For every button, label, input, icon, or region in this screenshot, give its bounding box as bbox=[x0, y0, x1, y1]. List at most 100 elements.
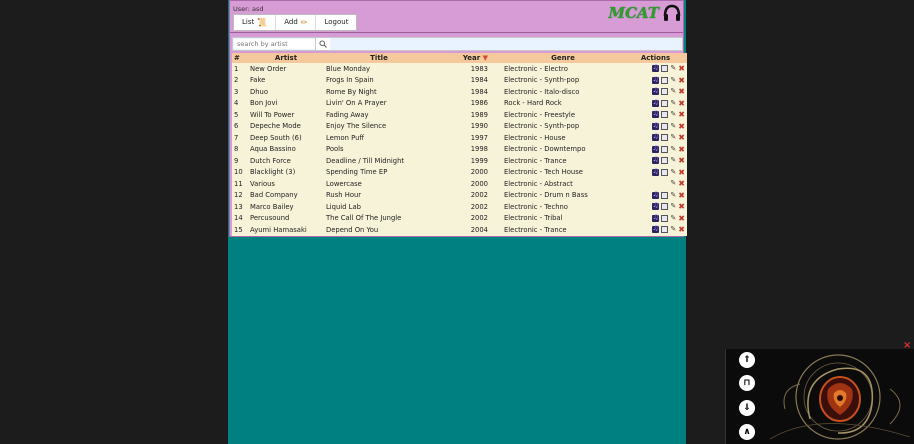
edit-icon[interactable]: ✎ bbox=[670, 191, 676, 199]
genre-cell: Rock - Hard Rock bbox=[504, 99, 562, 108]
delete-icon[interactable]: ✖ bbox=[678, 180, 685, 188]
collapse-icon[interactable]: ∧ bbox=[739, 424, 755, 440]
play-music-icon[interactable] bbox=[652, 201, 660, 211]
table-row: 7 Deep South (6) Lemon Puff 1997 Electronic … bbox=[232, 132, 687, 144]
col-artist[interactable]: Artist bbox=[248, 53, 324, 63]
play-music-icon[interactable] bbox=[652, 132, 660, 142]
genre-cell: Electronic - House bbox=[504, 133, 566, 142]
play-music-icon[interactable] bbox=[652, 190, 660, 199]
delete-icon[interactable]: ✖ bbox=[678, 191, 685, 199]
list-button[interactable]: List 📜 bbox=[234, 15, 277, 30]
delete-icon[interactable]: ✖ bbox=[678, 99, 685, 107]
delete-icon[interactable]: ✖ bbox=[678, 168, 685, 176]
actions-cell: ✎✖ bbox=[624, 201, 687, 213]
play-music-icon[interactable] bbox=[652, 98, 660, 107]
tracklist-icon[interactable] bbox=[661, 99, 669, 107]
delete-icon[interactable]: ✖ bbox=[678, 214, 685, 222]
genre-cell: Electronic - Synth-pop bbox=[504, 76, 580, 85]
tracklist-icon[interactable] bbox=[661, 88, 669, 96]
tracklist-icon[interactable] bbox=[661, 76, 669, 84]
search-bar bbox=[232, 37, 683, 51]
search-button[interactable] bbox=[315, 38, 330, 50]
edit-icon[interactable]: ✎ bbox=[670, 76, 676, 84]
year-cell: 2002 bbox=[470, 202, 488, 211]
play-music-icon[interactable] bbox=[652, 155, 660, 165]
play-music-icon[interactable] bbox=[652, 144, 660, 153]
delete-icon[interactable]: ✖ bbox=[678, 145, 685, 153]
delete-icon[interactable]: ✖ bbox=[678, 157, 685, 165]
col-year-label: Year bbox=[462, 54, 481, 62]
delete-icon[interactable]: ✖ bbox=[678, 88, 685, 96]
edit-icon[interactable]: ✎ bbox=[670, 214, 676, 222]
play-music-icon[interactable] bbox=[652, 213, 660, 222]
actions-cell: ✎✖ bbox=[624, 121, 687, 133]
next-icon[interactable]: ⇓ bbox=[739, 400, 755, 416]
col-genre[interactable]: Genre bbox=[496, 53, 624, 63]
edit-icon[interactable]: ✎ bbox=[670, 111, 676, 118]
tracklist-icon[interactable] bbox=[661, 134, 669, 142]
delete-icon[interactable]: ✖ bbox=[678, 111, 685, 119]
genre-cell: Electronic - Trance bbox=[504, 225, 567, 234]
play-music-icon[interactable] bbox=[652, 167, 660, 176]
year-cell: 1997 bbox=[470, 133, 488, 142]
play-music-icon[interactable] bbox=[652, 86, 660, 96]
delete-icon[interactable]: ✖ bbox=[678, 203, 685, 211]
artist-cell: Fake bbox=[250, 76, 266, 85]
genre-cell: Electronic - Abstract bbox=[504, 179, 573, 188]
delete-icon[interactable]: ✖ bbox=[678, 65, 685, 73]
search-input[interactable] bbox=[234, 39, 320, 49]
play-music-icon[interactable] bbox=[652, 75, 660, 84]
app-panel: User: asd MCAT List 📜 Add ✏ Logout searc… bbox=[229, 0, 687, 237]
edit-icon[interactable]: ✎ bbox=[670, 180, 676, 187]
year-cell: 1998 bbox=[470, 145, 488, 154]
play-music-icon[interactable] bbox=[652, 63, 660, 73]
scroll-icon: 📜 bbox=[257, 18, 268, 27]
title-cell: Lemon Puff bbox=[326, 133, 365, 142]
edit-icon[interactable]: ✎ bbox=[670, 145, 676, 153]
edit-icon[interactable]: ✎ bbox=[670, 134, 676, 141]
edit-icon[interactable]: ✎ bbox=[670, 65, 676, 72]
table-row: 11 Various Lowercase 2000 Electronic - Abstr… bbox=[232, 178, 687, 190]
actions-cell: ✎✖ bbox=[624, 132, 687, 144]
row-number: 14 bbox=[234, 214, 243, 223]
tracklist-icon[interactable] bbox=[661, 168, 669, 176]
genre-cell: Electronic - Italo-disco bbox=[504, 87, 580, 96]
table-row: 4 Bon Jovi Livin' On A Prayer 1986 Rock - Ha… bbox=[232, 97, 687, 109]
tracklist-icon[interactable] bbox=[661, 65, 669, 73]
records-table: # Artist Title Year ▼ Genre Actions 1 New… bbox=[232, 53, 687, 236]
row-number: 8 bbox=[234, 145, 239, 154]
sort-desc-icon: ▼ bbox=[482, 54, 488, 62]
actions-cell: ✎✖ bbox=[624, 224, 687, 236]
add-button[interactable]: Add ✏ bbox=[276, 15, 317, 30]
tracklist-icon[interactable] bbox=[661, 203, 669, 211]
edit-icon[interactable]: ✎ bbox=[670, 99, 676, 107]
tracklist-icon[interactable] bbox=[661, 226, 669, 234]
edit-icon[interactable]: ✎ bbox=[670, 157, 676, 164]
edit-icon[interactable]: ✎ bbox=[670, 88, 676, 95]
tracklist-icon[interactable] bbox=[661, 145, 669, 153]
delete-icon[interactable]: ✖ bbox=[678, 76, 685, 84]
play-music-icon[interactable] bbox=[652, 121, 660, 130]
delete-icon[interactable]: ✖ bbox=[678, 134, 685, 142]
pause-icon[interactable]: ⊓ bbox=[739, 375, 755, 391]
prev-icon[interactable]: ⇑ bbox=[739, 352, 755, 368]
tracklist-icon[interactable] bbox=[661, 157, 669, 165]
col-title[interactable]: Title bbox=[324, 53, 434, 63]
tracklist-icon[interactable] bbox=[661, 122, 669, 130]
edit-icon[interactable]: ✎ bbox=[670, 168, 676, 176]
delete-icon[interactable]: ✖ bbox=[678, 226, 685, 234]
year-cell: 1983 bbox=[470, 64, 488, 73]
logout-button[interactable]: Logout bbox=[316, 15, 356, 30]
play-music-icon[interactable] bbox=[652, 224, 660, 234]
edit-icon[interactable]: ✎ bbox=[670, 226, 676, 233]
col-year[interactable]: Year ▼ bbox=[434, 53, 496, 63]
tracklist-icon[interactable] bbox=[661, 111, 669, 119]
tracklist-icon[interactable] bbox=[661, 214, 669, 222]
tracklist-icon[interactable] bbox=[661, 191, 669, 199]
pencil-icon: ✏ bbox=[300, 18, 308, 27]
play-music-icon[interactable] bbox=[652, 109, 660, 119]
row-number: 5 bbox=[234, 110, 239, 119]
edit-icon[interactable]: ✎ bbox=[670, 122, 676, 130]
edit-icon[interactable]: ✎ bbox=[670, 203, 676, 210]
delete-icon[interactable]: ✖ bbox=[678, 122, 685, 130]
